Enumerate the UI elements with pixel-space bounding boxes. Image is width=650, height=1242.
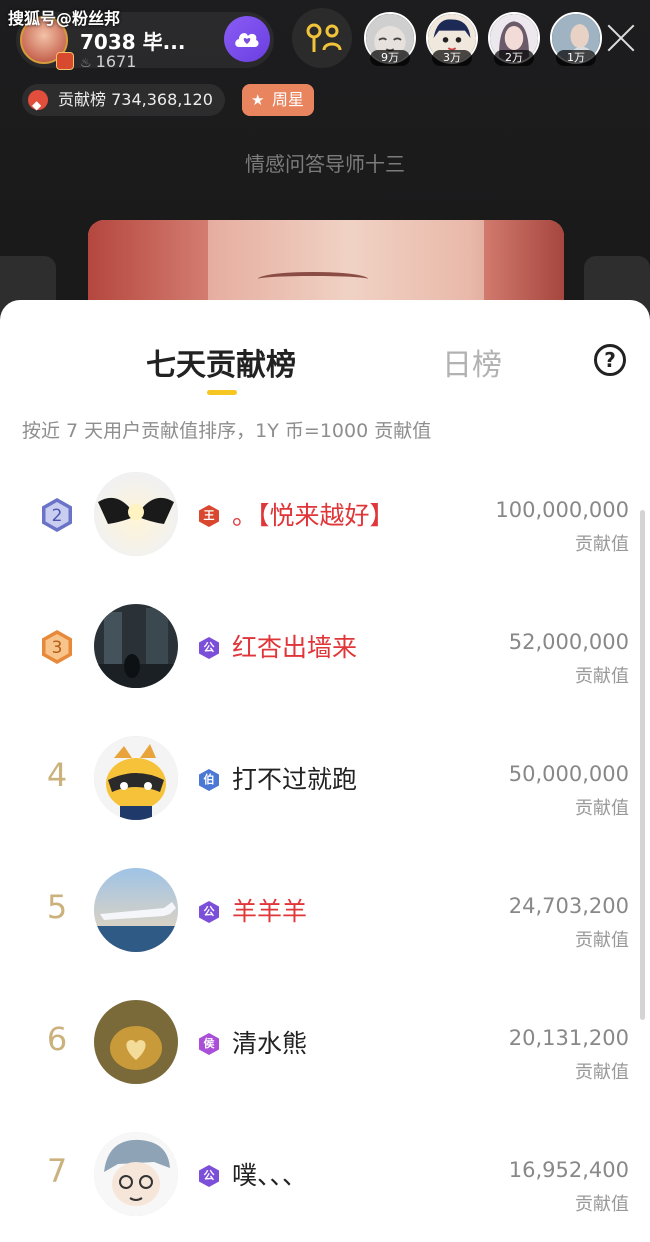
level-badge-icon: 伯: [197, 768, 221, 792]
level-badge-text: 王: [203, 509, 215, 522]
contribution-score-label: 贡献值: [575, 1194, 629, 1215]
tab-indicator: [207, 390, 237, 395]
tab-daily-ranking[interactable]: 日榜: [442, 340, 502, 384]
ranking-row[interactable]: 6 侯 清水熊 20,131,200 贡献值: [0, 1000, 650, 1132]
user-name: 。【悦来越好】: [232, 501, 395, 530]
ranking-row[interactable]: 3 公 红杏出墙来 52,000,000 贡献值: [0, 604, 650, 736]
level-badge-icon: 侯: [197, 1032, 221, 1056]
rank-number: 7: [46, 1152, 68, 1190]
contribution-score: 100,000,000: [495, 498, 629, 522]
user-name: 羊羊羊: [232, 897, 308, 926]
level-badge-text: 公: [203, 905, 215, 918]
contribution-score-label: 贡献值: [575, 534, 629, 555]
level-badge-icon: 公: [197, 900, 221, 924]
cloud-heart-icon: [235, 33, 259, 47]
contribution-score-label: 贡献值: [575, 798, 629, 819]
host-fans-count: 1671: [95, 52, 137, 71]
contribution-score: 50,000,000: [508, 762, 629, 786]
follow-button[interactable]: [224, 16, 270, 62]
level-badge-icon: 公: [197, 1164, 221, 1188]
weekly-star-button[interactable]: ★ 周星: [242, 84, 315, 116]
level-badge-text: 侯: [203, 1037, 215, 1050]
viewer-count: 9万: [370, 50, 410, 66]
mic-users-icon: [306, 23, 342, 52]
level-badge-text: 公: [203, 641, 215, 654]
level-badge-icon: 王: [197, 504, 221, 528]
watermark: 搜狐号@粉丝邦: [8, 9, 121, 28]
ranking-row[interactable]: 7 公 噗、、、 16,952,400 贡献值: [0, 1132, 650, 1242]
help-icon[interactable]: ?: [594, 344, 626, 376]
room-caption: 情感问答导师十三: [245, 152, 405, 176]
user-avatar[interactable]: [94, 736, 178, 820]
user-avatar[interactable]: [94, 868, 178, 952]
user-avatar[interactable]: [94, 1000, 178, 1084]
contribution-score-label: 贡献值: [575, 1062, 629, 1083]
contribution-sheet: 七天贡献榜 日榜 ? 按近 7 天用户贡献值排序，1Y 币=1000 贡献值 2…: [0, 300, 650, 1242]
contribution-score-label: 贡献值: [575, 666, 629, 687]
contribution-score: 20,131,200: [508, 1026, 629, 1050]
contribution-score-label: 贡献值: [575, 930, 629, 951]
user-name: 红杏出墙来: [232, 633, 358, 662]
rank-number: 4: [46, 756, 68, 794]
user-avatar[interactable]: [94, 604, 178, 688]
level-badge-text: 伯: [203, 773, 215, 786]
ranking-row[interactable]: 2 王 。【悦来越好】 100,000,000 贡献值: [0, 472, 650, 604]
live-room-header: 搜狐号@粉丝邦 7038 毕... ♨ 1671 9万 3万 2万 1万 ◆ 贡…: [0, 0, 650, 336]
ranking-row[interactable]: 4 伯 打不过就跑 50,000,000 贡献值: [0, 736, 650, 868]
contribution-value: 734,368,120: [111, 90, 213, 109]
rank-number: 6: [46, 1020, 68, 1058]
host-name: 7038 毕...: [80, 30, 186, 54]
flame-icon: ♨: [80, 56, 92, 71]
tab-seven-day-ranking[interactable]: 七天贡献榜: [0, 340, 442, 384]
rank-number: 5: [46, 888, 68, 926]
star-icon: ★: [251, 91, 265, 109]
user-name: 清水熊: [232, 1029, 308, 1058]
contribution-pill[interactable]: 贡献榜 734,368,120: [22, 84, 225, 121]
viewer-count: 2万: [494, 50, 534, 66]
co-host-mic-button[interactable]: [292, 8, 352, 68]
contribution-label: 贡献榜: [58, 90, 107, 109]
ranking-rule-text: 按近 7 天用户贡献值排序，1Y 币=1000 贡献值: [22, 420, 432, 442]
host-fans: ♨ 1671: [80, 52, 136, 71]
viewer-count: 3万: [432, 50, 472, 66]
rank-number: 3: [52, 638, 63, 658]
level-badge-text: 公: [203, 1169, 215, 1182]
user-name: 噗、、、: [232, 1161, 308, 1190]
contribution-score: 52,000,000: [508, 630, 629, 654]
user-avatar[interactable]: [94, 1132, 178, 1216]
close-icon[interactable]: [604, 20, 638, 54]
contribution-score: 16,952,400: [508, 1158, 629, 1182]
gem-icon: [28, 89, 48, 121]
weekly-star-label: 周星: [272, 90, 305, 109]
bronze-medal-icon: 3: [42, 630, 72, 664]
rank-number: 2: [52, 506, 63, 526]
ranking-row[interactable]: 5 公 羊羊羊 24,703,200 贡献值: [0, 868, 650, 1000]
host-level-badge-icon: [56, 52, 74, 70]
contribution-score: 24,703,200: [508, 894, 629, 918]
silver-medal-icon: 2: [42, 498, 72, 532]
user-name: 打不过就跑: [232, 765, 358, 794]
viewer-count: 1万: [556, 50, 596, 66]
user-avatar[interactable]: [94, 472, 178, 556]
level-badge-icon: 公: [197, 636, 221, 660]
